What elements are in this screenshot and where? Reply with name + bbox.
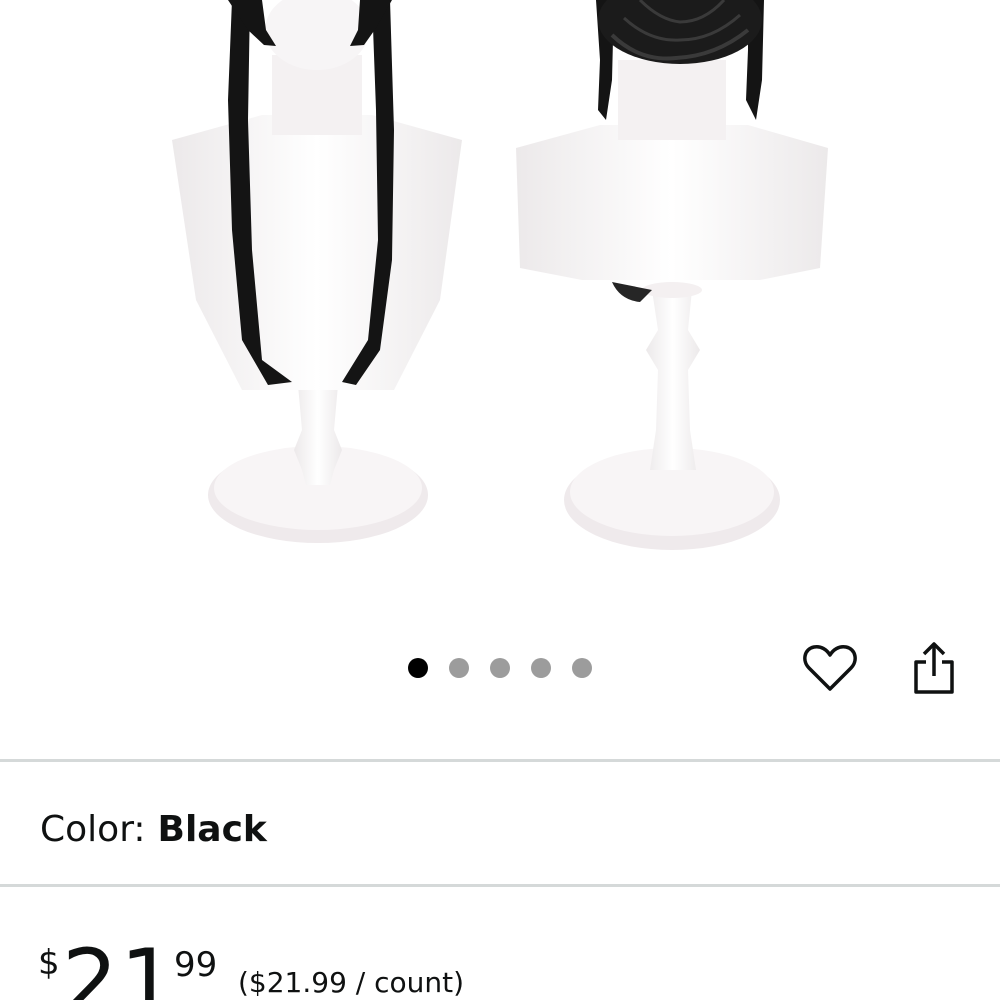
price-fraction: 99 <box>174 945 218 985</box>
color-value: Black <box>157 809 267 850</box>
product-image-gallery[interactable] <box>0 0 1000 610</box>
price-currency-symbol: $ <box>38 943 60 983</box>
product-detail-page: Color: Black $ 21 99 ($21.99 / count) <box>0 0 1000 1000</box>
unit-price: ($21.99 / count) <box>238 966 465 999</box>
image-carousel-indicator[interactable] <box>408 658 592 678</box>
color-variation: Color: Black <box>40 806 267 854</box>
color-label: Color: <box>40 809 146 850</box>
price-whole: 21 <box>62 930 178 1000</box>
carousel-dot[interactable] <box>572 658 592 678</box>
add-to-list-button[interactable] <box>798 636 862 700</box>
section-divider <box>0 759 1000 762</box>
carousel-dot[interactable] <box>531 658 551 678</box>
share-icon <box>914 642 954 694</box>
carousel-dot-active[interactable] <box>408 658 428 678</box>
heart-outline-icon <box>803 644 857 691</box>
carousel-dot[interactable] <box>490 658 510 678</box>
product-image <box>172 0 828 550</box>
carousel-dot[interactable] <box>449 658 469 678</box>
section-divider <box>0 884 1000 887</box>
share-button[interactable] <box>902 636 966 700</box>
